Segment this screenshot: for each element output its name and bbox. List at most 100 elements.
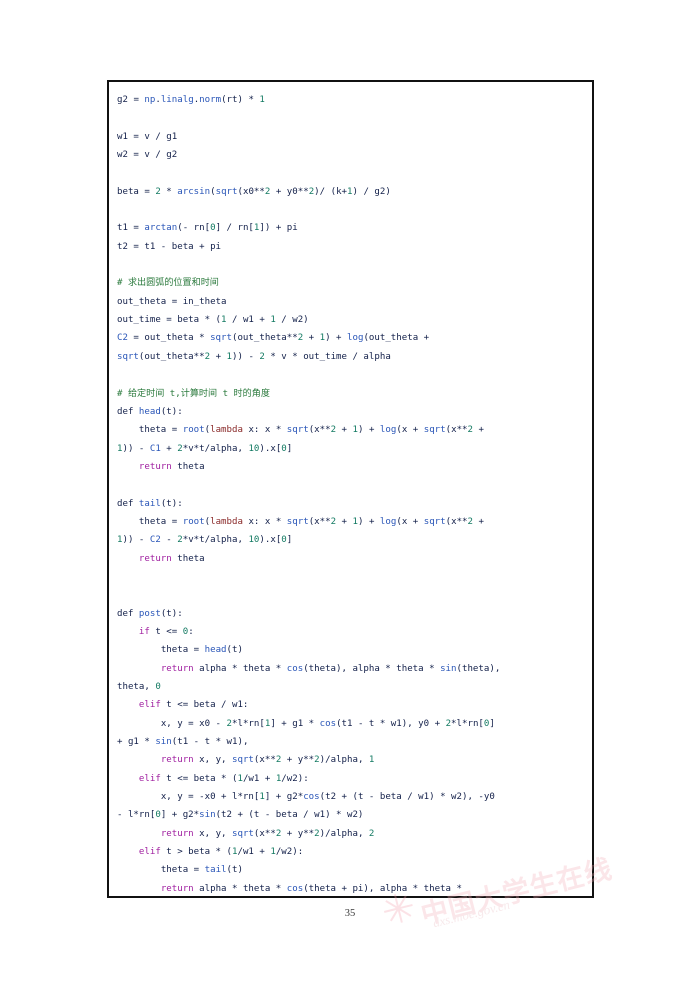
code-token: lambda [210, 425, 243, 436]
code-line: ​ [117, 201, 586, 219]
code-token: return [117, 461, 172, 472]
python-code-listing: g2 = np.linalg.norm(rt) * 1​w1 = v / g1w… [109, 82, 592, 896]
code-token: (t1 - t * w1), [171, 737, 249, 748]
code-line: out_time = beta * (1 / w1 + 1 / w2) [117, 311, 586, 329]
code-token: (t) [226, 865, 243, 876]
code-token: (out_theta + [363, 333, 430, 344]
code-token: alpha * theta * [193, 663, 287, 674]
code-token: (theta), alpha * theta * [303, 663, 441, 674]
code-token: sqrt [286, 425, 309, 436]
code-line: g2 = np.linalg.norm(rt) * 1 [117, 91, 586, 109]
code-line: theta = root(lambda x: x * sqrt(x**2 + 1… [117, 513, 586, 531]
code-token: 10 [248, 443, 260, 454]
code-token: 1 [368, 755, 375, 766]
code-token: x, y, [193, 755, 232, 766]
code-line: + g1 * sin(t1 - t * w1), [117, 733, 586, 751]
code-line: ​ [117, 476, 586, 494]
code-line: w2 = v / g2 [117, 146, 586, 164]
code-line: ​ [117, 586, 586, 604]
code-token: norm [199, 95, 222, 105]
code-token: if [117, 626, 150, 637]
code-token: )) - [232, 351, 260, 362]
code-token: root [182, 425, 205, 436]
code-token: = out_theta * [127, 333, 211, 344]
code-token: sqrt [423, 425, 446, 436]
code-token: t1 = [117, 223, 145, 234]
code-token: def [117, 406, 139, 417]
code-token: (x** [253, 755, 276, 766]
code-token: w2 = v / g2 [117, 150, 178, 161]
code-line: return theta [117, 458, 586, 476]
code-token: + [303, 333, 320, 344]
code-line: if t <= 0: [117, 623, 586, 641]
code-token: sqrt [117, 351, 139, 362]
code-token: ]) + pi [259, 223, 298, 234]
code-token: sqrt [215, 186, 238, 197]
code-token: *l*rn[ [451, 718, 484, 729]
code-token: return [117, 828, 194, 839]
code-token: C2 [149, 535, 161, 546]
code-token: - l*rn[ [117, 810, 156, 821]
code-token: + [473, 425, 484, 436]
code-token: sin [440, 663, 457, 674]
code-token: (x + [396, 425, 424, 436]
code-token: def [117, 608, 139, 619]
code-token: arctan [144, 223, 178, 234]
code-line: x, y = x0 - 2*l*rn[1] + g1 * cos(t1 - t … [117, 715, 586, 733]
code-line: elif t <= beta * (1/w1 + 1/w2): [117, 770, 586, 788]
page-number: 35 [344, 908, 356, 919]
code-token: theta = [117, 645, 205, 656]
code-line: out_theta = in_theta [117, 293, 586, 311]
code-token: ] / rn[ [215, 223, 254, 234]
code-token: (rt) [221, 95, 249, 105]
code-token: (t) [226, 645, 243, 656]
code-token: out_time = beta * ( [117, 315, 222, 326]
code-token: lambda [210, 516, 243, 527]
code-token: elif [117, 700, 161, 711]
code-token: cos [303, 792, 320, 803]
code-token: post [138, 608, 161, 619]
code-line: 1)) - C1 + 2*v*t/alpha, 10).x[0] [117, 440, 586, 458]
code-token: return [117, 663, 194, 674]
code-token: 1 [259, 95, 265, 105]
code-token: (x** [445, 425, 468, 436]
code-token: ) + [358, 516, 380, 527]
code-token: ] [286, 535, 293, 546]
code-line: ​ [117, 568, 586, 586]
code-token: )/alpha, [319, 755, 369, 766]
code-token: cos [319, 718, 337, 729]
code-token: t <= beta * ( [160, 773, 238, 784]
code-line: elif t <= beta / w1: [117, 696, 586, 714]
code-line: return x, y, sqrt(x**2 + y**2)/alpha, 2 [117, 825, 586, 843]
code-token: log [347, 333, 364, 344]
code-token: * [248, 95, 260, 105]
code-token: cos [286, 883, 304, 894]
code-token: (t2 + (t - beta / w1) * w2) [215, 810, 364, 821]
code-token: (t1 - t * w1), y0 + [336, 718, 446, 729]
code-token: + [336, 425, 353, 436]
code-token: (t): [160, 406, 183, 417]
code-token: beta = [117, 186, 156, 197]
code-token: (out_theta** [138, 351, 205, 362]
code-token: theta = [117, 865, 205, 876]
code-token: (x** [308, 425, 331, 436]
code-token: out_theta = in_theta [117, 296, 227, 307]
code-token: + [473, 516, 484, 527]
code-token: ).x[ [259, 535, 282, 546]
code-token: ) + [358, 425, 380, 436]
code-token: (out_theta** [231, 333, 298, 344]
code-token: ).x[ [259, 443, 282, 454]
code-line: def post(t): [117, 605, 586, 623]
code-token: sin [199, 810, 216, 821]
code-line: ​ [117, 164, 586, 182]
code-line: 1)) - C2 - 2*v*t/alpha, 10).x[0] [117, 531, 586, 549]
code-token: (x0** [237, 186, 265, 197]
code-line: def head(t): [117, 403, 586, 421]
code-token: + g1 * [117, 737, 156, 748]
code-token: 10 [248, 535, 260, 546]
code-token: : [188, 626, 194, 637]
code-block-frame: g2 = np.linalg.norm(rt) * 1​w1 = v / g1w… [107, 80, 594, 898]
code-line: theta = tail(t) [117, 861, 586, 879]
code-token: (x + [396, 516, 424, 527]
code-token: )/alpha, [319, 828, 369, 839]
